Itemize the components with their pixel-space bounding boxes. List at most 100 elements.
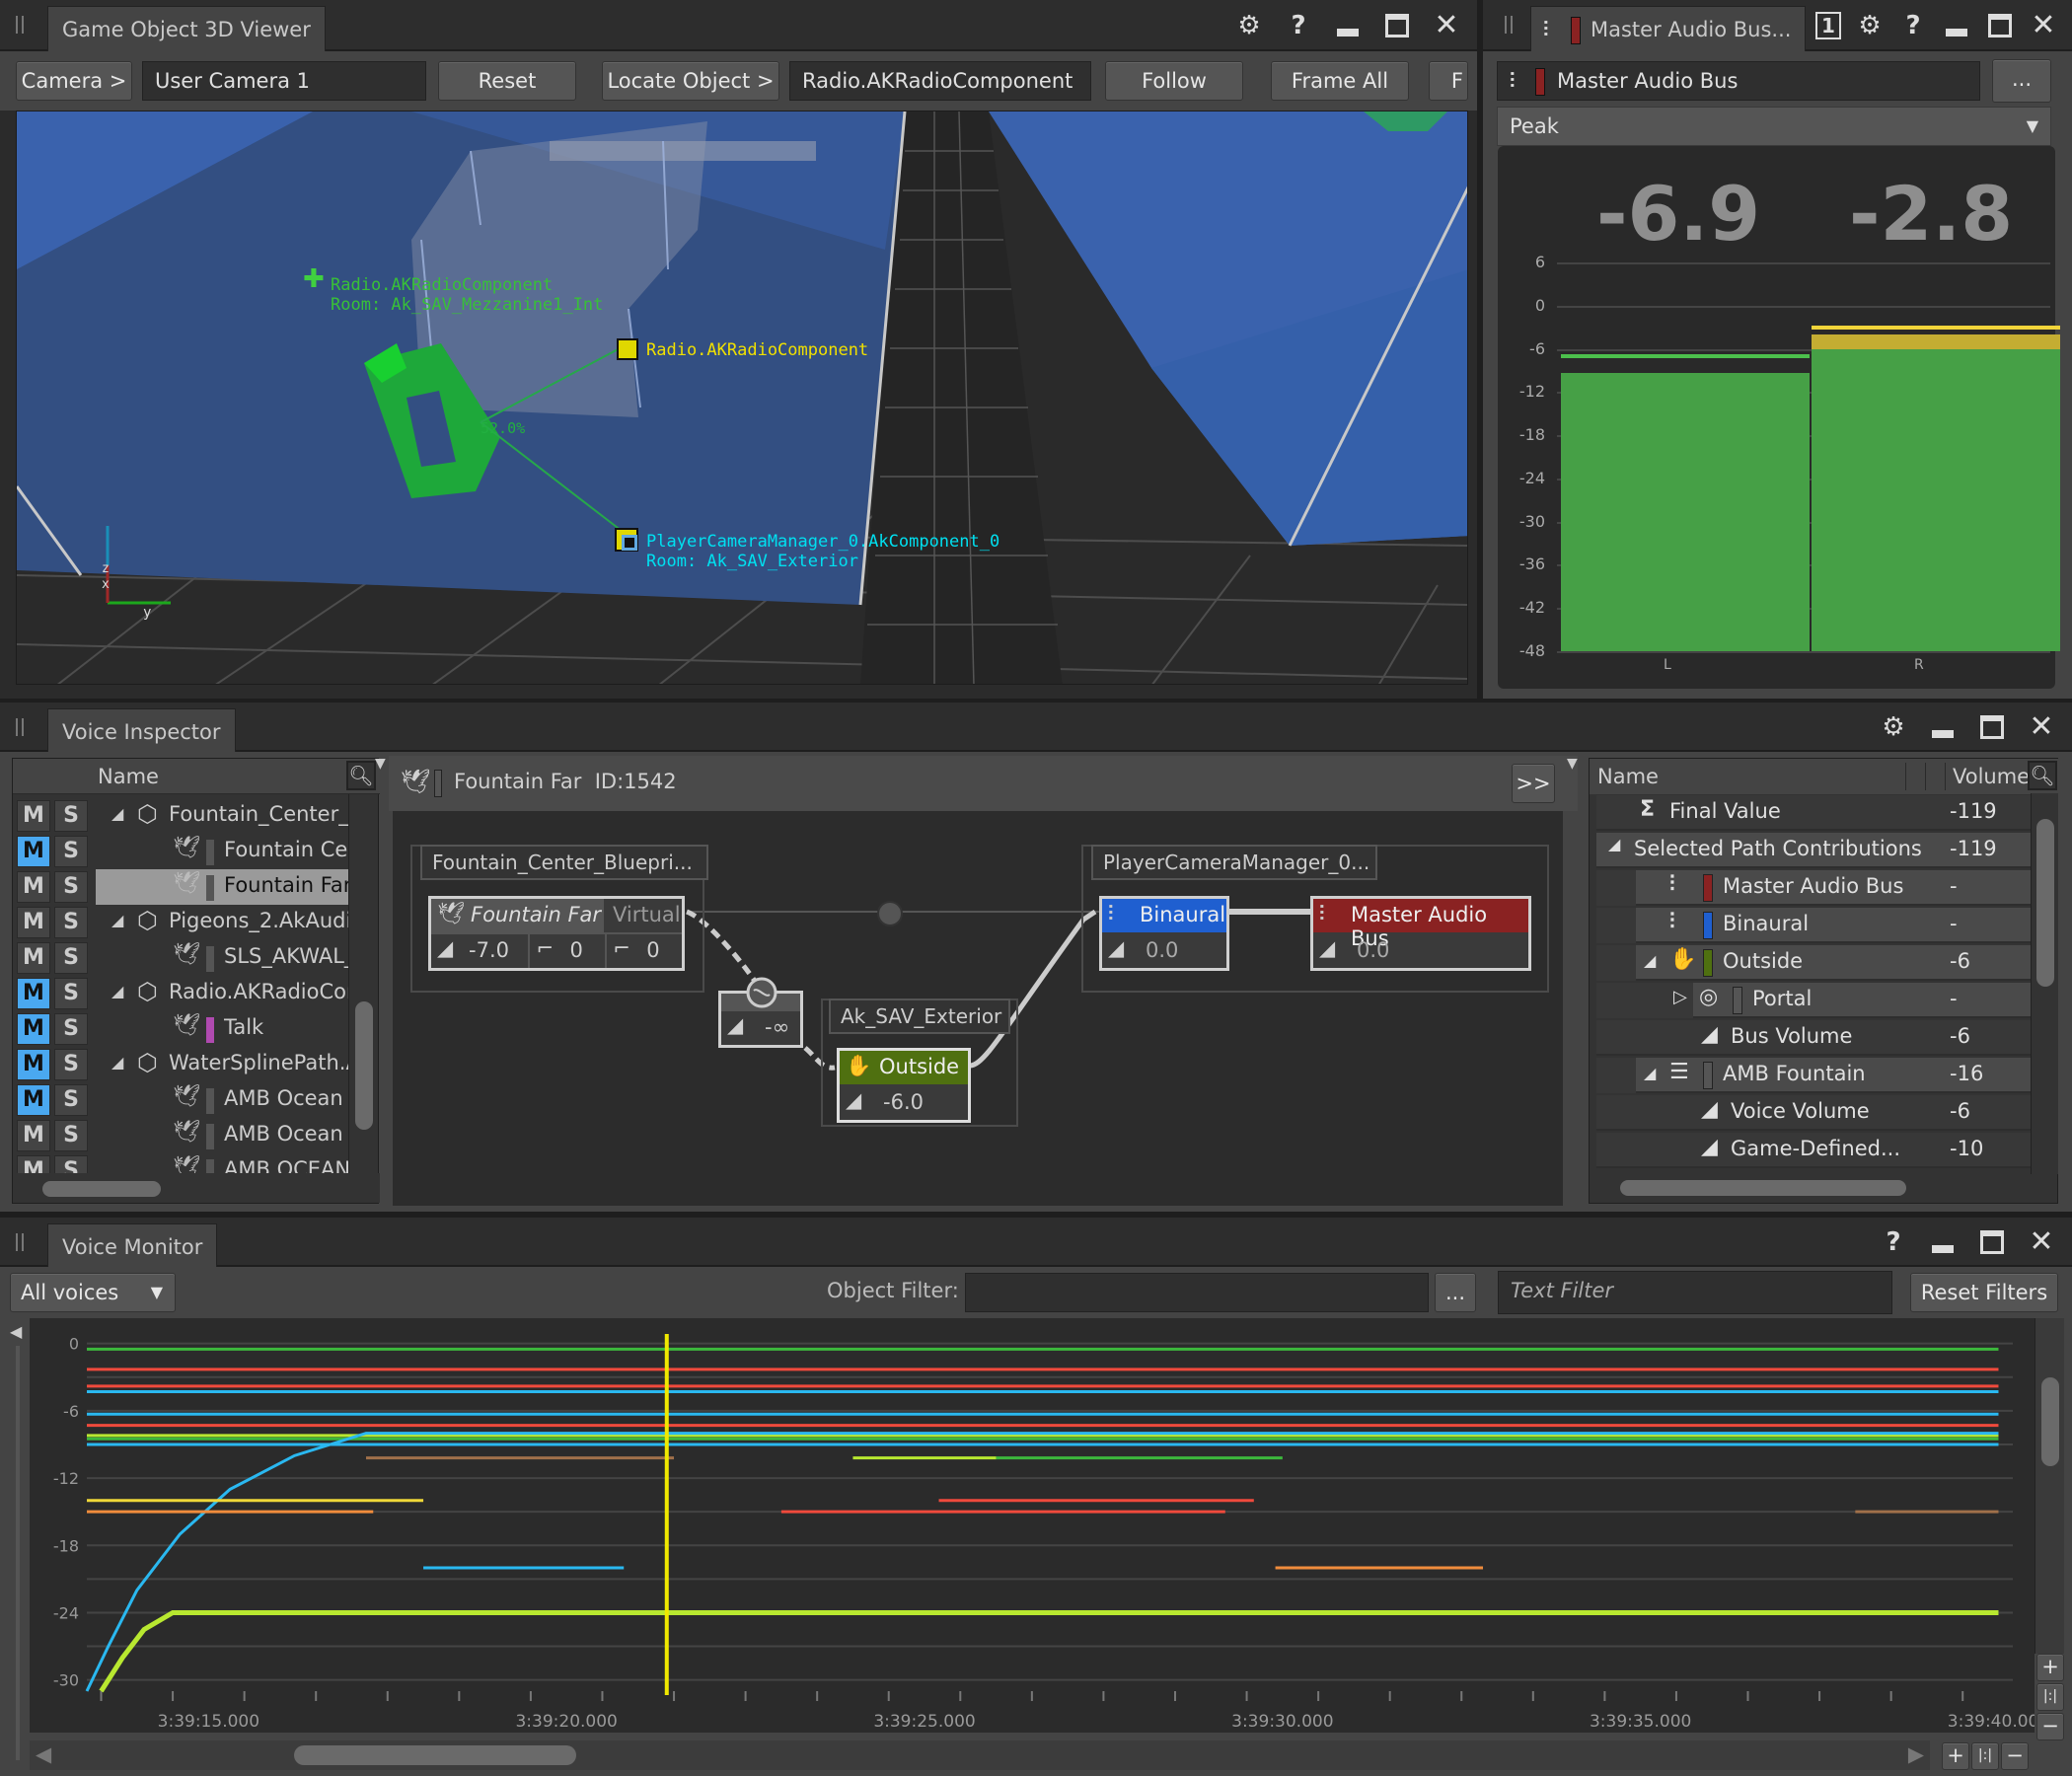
mute-button[interactable]: M bbox=[17, 871, 50, 903]
contribution-row[interactable]: ⫶ Binaural - bbox=[1596, 908, 2031, 943]
expand-button[interactable]: >> bbox=[1512, 764, 1555, 803]
voice-tree-row[interactable]: M S ◢ ⬡ Pigeons_2.AkAudio bbox=[13, 905, 348, 940]
solo-button[interactable]: S bbox=[54, 1084, 88, 1116]
reset-button[interactable]: Reset bbox=[438, 61, 576, 101]
contribution-row[interactable]: ◢ ☰ AMB Fountain -16 bbox=[1596, 1058, 2031, 1093]
minimize-icon[interactable] bbox=[1928, 712, 1958, 742]
solo-button[interactable]: S bbox=[54, 907, 88, 938]
mute-button[interactable]: M bbox=[17, 836, 50, 867]
help-icon[interactable]: ? bbox=[1284, 11, 1313, 40]
solo-button[interactable]: S bbox=[54, 1120, 88, 1151]
contribution-row[interactable]: ◢ ✋ Outside -6 bbox=[1596, 945, 2031, 981]
solo-button[interactable]: S bbox=[54, 942, 88, 974]
mute-button[interactable]: M bbox=[17, 942, 50, 974]
search-icon[interactable]: 🔍︎ bbox=[346, 761, 376, 790]
zoom-out-x-button[interactable]: − bbox=[2001, 1742, 2029, 1770]
object-filter-input[interactable] bbox=[965, 1273, 1429, 1312]
panel-collapse-icon[interactable]: ▼ bbox=[375, 756, 386, 772]
tab-voice-inspector[interactable]: Voice Inspector bbox=[47, 708, 236, 754]
reset-filters-button[interactable]: Reset Filters bbox=[1910, 1273, 2058, 1312]
pin-badge-icon[interactable]: 1 bbox=[1815, 12, 1841, 39]
mute-button[interactable]: M bbox=[17, 1013, 50, 1045]
contribution-row[interactable]: ▷ ◎ Portal - bbox=[1596, 983, 2031, 1018]
volume-column-header[interactable]: Volume bbox=[1953, 765, 2030, 788]
solo-button[interactable]: S bbox=[54, 800, 88, 832]
panel-collapse-icon[interactable]: ▼ bbox=[1567, 756, 1578, 772]
close-icon[interactable]: ✕ bbox=[2027, 1227, 2056, 1257]
expand-arrow-icon[interactable]: ◢ bbox=[111, 804, 123, 823]
help-icon[interactable]: ? bbox=[1879, 1227, 1908, 1257]
voice-graph[interactable]: Fountain_Center_Bluepri... 🕊︎ Fountain F… bbox=[393, 811, 1563, 1206]
locate-object-button[interactable]: Locate Object > bbox=[602, 61, 779, 101]
panel-grip[interactable] bbox=[16, 718, 24, 736]
voice-monitor-chart[interactable]: 0 -6 -12 -18 -24 -30 3:39:15.000 3:39:20.000 3:3… bbox=[30, 1318, 2035, 1733]
minimize-icon[interactable] bbox=[1942, 11, 1971, 40]
mute-button[interactable]: M bbox=[17, 978, 50, 1009]
panel-grip[interactable] bbox=[16, 16, 24, 34]
voice-tree-row[interactable]: M S 🕊︎ Talk bbox=[13, 1011, 348, 1047]
expand-arrow-icon[interactable]: ◢ bbox=[1608, 835, 1620, 853]
maximize-icon[interactable] bbox=[1382, 11, 1412, 40]
zoom-in-y-button[interactable]: + bbox=[2036, 1654, 2064, 1681]
solo-button[interactable]: S bbox=[54, 978, 88, 1009]
voice-tree-row[interactable]: M S ◢ ⬡ Fountain_Center_B bbox=[13, 798, 348, 834]
object-filter-browse-button[interactable]: ... bbox=[1435, 1273, 1476, 1312]
monitor-vscrollbar[interactable] bbox=[2035, 1318, 2064, 1654]
help-icon[interactable]: ? bbox=[1898, 11, 1928, 40]
zoom-in-x-button[interactable]: + bbox=[1942, 1742, 1969, 1770]
solo-button[interactable]: S bbox=[54, 1049, 88, 1080]
name-column-header[interactable]: Name bbox=[1597, 765, 1659, 788]
zoom-fit-y-button[interactable]: |:| bbox=[2036, 1683, 2064, 1711]
settings-gear-icon[interactable]: ⚙ bbox=[1879, 712, 1908, 742]
camera-field[interactable]: User Camera 1 bbox=[142, 61, 426, 101]
frame-all-button[interactable]: Frame All bbox=[1271, 61, 1409, 101]
scroll-left-icon[interactable]: ◀ bbox=[36, 1742, 51, 1766]
emitter-yellow-icon[interactable] bbox=[617, 338, 638, 360]
tree-scrollbar[interactable] bbox=[348, 794, 378, 1173]
contribution-row[interactable]: ◢ Bus Volume -6 bbox=[1596, 1020, 2031, 1056]
panel-grip[interactable] bbox=[1505, 16, 1513, 34]
voice-tree-row[interactable]: M S ◢ ⬡ Radio.AKRadioCom bbox=[13, 976, 348, 1011]
voice-tree-row[interactable]: M S ◢ ⬡ WaterSplinePath.A bbox=[13, 1047, 348, 1082]
solo-button[interactable]: S bbox=[54, 836, 88, 867]
mute-button[interactable]: M bbox=[17, 907, 50, 938]
maximize-icon[interactable] bbox=[1985, 11, 2015, 40]
voice-tree-row[interactable]: M S 🕊︎ SLS_AKWAL_ bbox=[13, 940, 348, 976]
solo-button[interactable]: S bbox=[54, 1013, 88, 1045]
zoom-out-y-button[interactable]: − bbox=[2036, 1713, 2064, 1740]
panel-grip[interactable] bbox=[16, 1233, 24, 1251]
zoom-fit-x-button[interactable]: |:| bbox=[1971, 1742, 1999, 1770]
voice-tree-row[interactable]: M S 🕊︎ Fountain Cen bbox=[13, 834, 348, 869]
mute-button[interactable]: M bbox=[17, 800, 50, 832]
voices-dropdown[interactable]: All voices ▼ bbox=[10, 1273, 176, 1312]
minimize-icon[interactable] bbox=[1333, 11, 1363, 40]
expand-arrow-icon[interactable]: ◢ bbox=[1644, 1064, 1656, 1082]
settings-gear-icon[interactable]: ⚙ bbox=[1855, 11, 1885, 40]
tab-master-audio-bus[interactable]: ⫶ Master Audio Bus... bbox=[1530, 6, 1807, 51]
voice-tree-row[interactable]: MS 🕊︎ AMB Ocean R bbox=[13, 1082, 348, 1118]
contrib-hscrollbar[interactable] bbox=[1591, 1174, 2031, 1202]
bus-node-master[interactable]: ⫶ Master Audio Bus ◢ 0.0 bbox=[1310, 896, 1531, 971]
text-filter-input[interactable]: Text Filter bbox=[1498, 1271, 1892, 1314]
contribution-row[interactable]: ◢ Selected Path Contributions -119 bbox=[1596, 833, 2031, 868]
aux-node-outside[interactable]: ✋ Outside ◢ -6.0 bbox=[837, 1048, 971, 1123]
minimize-icon[interactable] bbox=[1928, 1227, 1958, 1257]
3d-viewport[interactable]: ✚ Radio.AKRadioComponent Room: Ak_SAV_Mez… bbox=[16, 111, 1468, 685]
settings-gear-icon[interactable]: ⚙ bbox=[1234, 11, 1264, 40]
close-icon[interactable]: ✕ bbox=[1432, 11, 1461, 40]
maximize-icon[interactable] bbox=[1977, 712, 2007, 742]
expand-arrow-icon[interactable]: ◢ bbox=[111, 911, 123, 929]
truncated-button[interactable]: F bbox=[1429, 61, 1468, 101]
meter-mode-dropdown[interactable]: Peak ▼ bbox=[1497, 107, 2051, 146]
tree-hscrollbar[interactable] bbox=[13, 1173, 380, 1203]
contribution-row[interactable]: ⫶ Master Audio Bus - bbox=[1596, 870, 2031, 906]
name-column-header[interactable]: Name bbox=[98, 765, 159, 788]
voice-tree[interactable]: Name 🔍︎ M S ◢ ⬡ Fountain_Center_B M S 🕊︎ Fountai… bbox=[12, 758, 380, 1204]
listener-cross-icon[interactable]: ✚ bbox=[303, 266, 325, 292]
close-icon[interactable]: ✕ bbox=[2029, 11, 2058, 40]
voice-tree-row[interactable]: M S 🕊︎ Fountain Far bbox=[13, 869, 348, 905]
expand-arrow-icon[interactable]: ◢ bbox=[1644, 951, 1656, 970]
scroll-right-icon[interactable]: ▶ bbox=[1908, 1742, 1924, 1766]
contribution-row[interactable]: ◢ Voice Volume -6 bbox=[1596, 1095, 2031, 1131]
mute-button[interactable]: M bbox=[17, 1120, 50, 1151]
